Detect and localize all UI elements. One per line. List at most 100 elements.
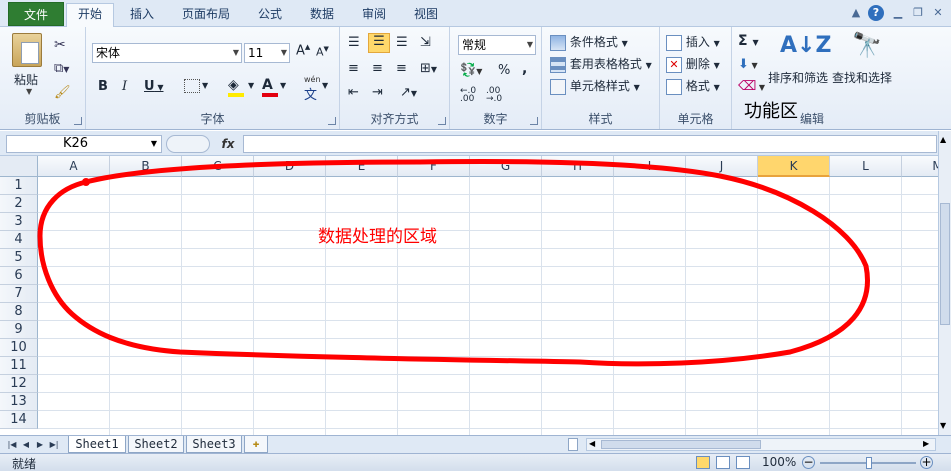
tab-insert[interactable]: 插入 bbox=[118, 4, 166, 27]
phonetic-icon[interactable]: wén 文 bbox=[304, 75, 321, 103]
vertical-scroll-thumb[interactable] bbox=[940, 203, 950, 325]
sheet-tab-3[interactable]: Sheet3 bbox=[186, 436, 242, 453]
alignment-launcher-icon[interactable] bbox=[438, 117, 446, 125]
help-icon[interactable]: ? bbox=[868, 5, 884, 21]
orientation-icon[interactable]: ↗▼ bbox=[400, 85, 417, 100]
last-sheet-icon[interactable]: ▶| bbox=[48, 438, 60, 451]
prev-sheet-icon[interactable]: ◀ bbox=[20, 438, 32, 451]
close-icon[interactable]: ✕ bbox=[930, 5, 946, 21]
format-as-table-label: 套用表格格式 bbox=[569, 57, 642, 71]
formula-input[interactable] bbox=[243, 135, 937, 153]
scroll-down-icon[interactable]: ▼ bbox=[940, 421, 946, 430]
vertical-scrollbar[interactable]: ▲ ▼ bbox=[938, 131, 951, 435]
sort-filter-icon[interactable]: A↓Z bbox=[780, 33, 831, 58]
font-name-select[interactable]: 宋体 ▼ bbox=[92, 43, 242, 63]
decrease-decimal-icon[interactable]: .00 →.0 bbox=[486, 87, 502, 104]
tab-home[interactable]: 开始 bbox=[66, 3, 114, 27]
collapse-ribbon-icon[interactable]: ▲ bbox=[848, 5, 864, 21]
next-sheet-icon[interactable]: ▶ bbox=[34, 438, 46, 451]
scroll-left-icon[interactable]: ◀ bbox=[589, 439, 595, 448]
zoom-slider-thumb[interactable] bbox=[866, 457, 872, 469]
formula-bar-controls bbox=[166, 135, 210, 153]
insert-cells-button[interactable]: 插入 ▼ bbox=[666, 33, 720, 51]
formula-bar: K26 ▼ fx bbox=[0, 131, 951, 156]
border-icon[interactable] bbox=[184, 79, 200, 93]
percent-button[interactable]: % bbox=[498, 63, 510, 78]
zoom-level[interactable]: 100% bbox=[762, 455, 796, 469]
delete-cells-button[interactable]: ✕ 删除 ▼ bbox=[666, 55, 720, 73]
clear-icon[interactable]: ⌫ ▼ bbox=[738, 79, 765, 94]
autosum-button[interactable]: Σ ▼ bbox=[738, 33, 759, 49]
page-break-view-icon[interactable] bbox=[736, 456, 750, 469]
find-select-icon[interactable]: 🔭 bbox=[852, 31, 882, 59]
name-box[interactable]: K26 ▼ bbox=[6, 135, 162, 153]
merge-center-icon[interactable]: ⊞▼ bbox=[420, 61, 437, 76]
align-top-icon[interactable]: ☰ bbox=[348, 35, 360, 50]
font-color-icon[interactable]: A bbox=[262, 77, 278, 97]
first-sheet-icon[interactable]: |◀ bbox=[6, 438, 18, 451]
restore-icon[interactable]: ❐ bbox=[910, 5, 926, 21]
wrap-text-icon[interactable]: ⇲ bbox=[420, 35, 431, 50]
accounting-format-icon[interactable]: 💱▼ bbox=[460, 63, 482, 78]
fill-icon[interactable]: ⬇ ▼ bbox=[738, 57, 758, 72]
underline-button[interactable]: U ▼ bbox=[144, 79, 164, 94]
fill-color-dropdown-icon[interactable]: ▼ bbox=[248, 81, 254, 90]
number-launcher-icon[interactable] bbox=[530, 117, 538, 125]
tab-page-layout[interactable]: 页面布局 bbox=[172, 4, 240, 27]
bold-button[interactable]: B bbox=[98, 79, 108, 94]
zoom-out-icon[interactable]: − bbox=[802, 456, 815, 469]
italic-button[interactable]: I bbox=[122, 79, 127, 94]
increase-indent-icon[interactable]: ⇥ bbox=[372, 85, 383, 100]
paste-dropdown-icon[interactable]: ▼ bbox=[26, 87, 32, 96]
format-as-table-button[interactable]: 套用表格格式 ▼ bbox=[550, 55, 652, 73]
scroll-right-icon[interactable]: ▶ bbox=[923, 439, 929, 448]
conditional-format-button[interactable]: 条件格式 ▼ bbox=[550, 33, 628, 51]
delete-cells-icon: ✕ bbox=[666, 56, 682, 73]
clipboard-launcher-icon[interactable] bbox=[74, 117, 82, 125]
normal-view-icon[interactable] bbox=[696, 456, 710, 469]
page-layout-view-icon[interactable] bbox=[716, 456, 730, 469]
tab-data[interactable]: 数据 bbox=[298, 4, 346, 27]
number-format-select[interactable]: 常规 ▼ bbox=[458, 35, 536, 55]
copy-icon[interactable]: ⧉▼ bbox=[54, 61, 69, 76]
tab-file[interactable]: 文件 bbox=[8, 2, 64, 26]
shrink-font-icon[interactable]: A▼ bbox=[316, 45, 329, 59]
sheet-tab-1[interactable]: Sheet1 bbox=[68, 436, 126, 453]
increase-decimal-icon[interactable]: ←.0.00 bbox=[460, 87, 476, 104]
insert-sheet-icon[interactable]: ✚ bbox=[244, 436, 268, 453]
worksheet-grid[interactable]: ABCDEFGHIJKLM 1 2 3 4 5 6 7 8 9 10 11 12 13 14 数据处理的区… bbox=[0, 156, 938, 435]
horizontal-scroll-thumb[interactable] bbox=[601, 440, 761, 449]
grow-font-icon[interactable]: A▲ bbox=[296, 43, 310, 58]
tab-view[interactable]: 视图 bbox=[402, 4, 450, 27]
align-right-icon[interactable]: ≡ bbox=[396, 61, 407, 76]
paste-button[interactable]: 粘贴 bbox=[14, 71, 38, 88]
align-left-icon[interactable]: ≡ bbox=[348, 61, 359, 76]
insert-function-button[interactable]: fx bbox=[214, 135, 242, 153]
decrease-indent-icon[interactable]: ⇤ bbox=[348, 85, 359, 100]
border-dropdown-icon[interactable]: ▼ bbox=[202, 81, 208, 90]
find-select-button[interactable]: 查找和选择 bbox=[832, 69, 892, 86]
minimize-icon[interactable]: ▁ bbox=[890, 5, 906, 21]
format-cells-button[interactable]: 格式 ▼ bbox=[666, 77, 720, 95]
tab-review[interactable]: 审阅 bbox=[350, 4, 398, 27]
sheet-tab-2[interactable]: Sheet2 bbox=[128, 436, 184, 453]
align-center-icon[interactable]: ≡ bbox=[372, 61, 383, 76]
tab-split-handle[interactable] bbox=[568, 438, 578, 451]
cut-icon[interactable]: ✂ bbox=[54, 37, 66, 53]
phonetic-dropdown-icon[interactable]: ▼ bbox=[322, 81, 328, 90]
align-bottom-icon[interactable]: ☰ bbox=[396, 35, 408, 50]
tab-formulas[interactable]: 公式 bbox=[246, 4, 294, 27]
comma-button[interactable]: , bbox=[522, 61, 527, 77]
scroll-up-icon[interactable]: ▲ bbox=[940, 135, 946, 144]
fill-color-icon[interactable]: ◈ bbox=[228, 77, 244, 97]
cell-styles-button[interactable]: 单元格样式 ▼ bbox=[550, 77, 640, 95]
font-color-dropdown-icon[interactable]: ▼ bbox=[280, 81, 286, 90]
format-painter-icon[interactable]: 🖌 bbox=[54, 85, 71, 100]
paste-icon[interactable] bbox=[12, 33, 42, 67]
align-middle-icon[interactable]: ☰ bbox=[368, 33, 390, 53]
sort-filter-button[interactable]: 排序和筛选 bbox=[768, 69, 828, 86]
font-size-select[interactable]: 11 ▼ bbox=[244, 43, 290, 63]
horizontal-scrollbar[interactable]: ◀ ▶ bbox=[586, 438, 936, 451]
font-launcher-icon[interactable] bbox=[328, 117, 336, 125]
zoom-in-icon[interactable]: + bbox=[920, 456, 933, 469]
